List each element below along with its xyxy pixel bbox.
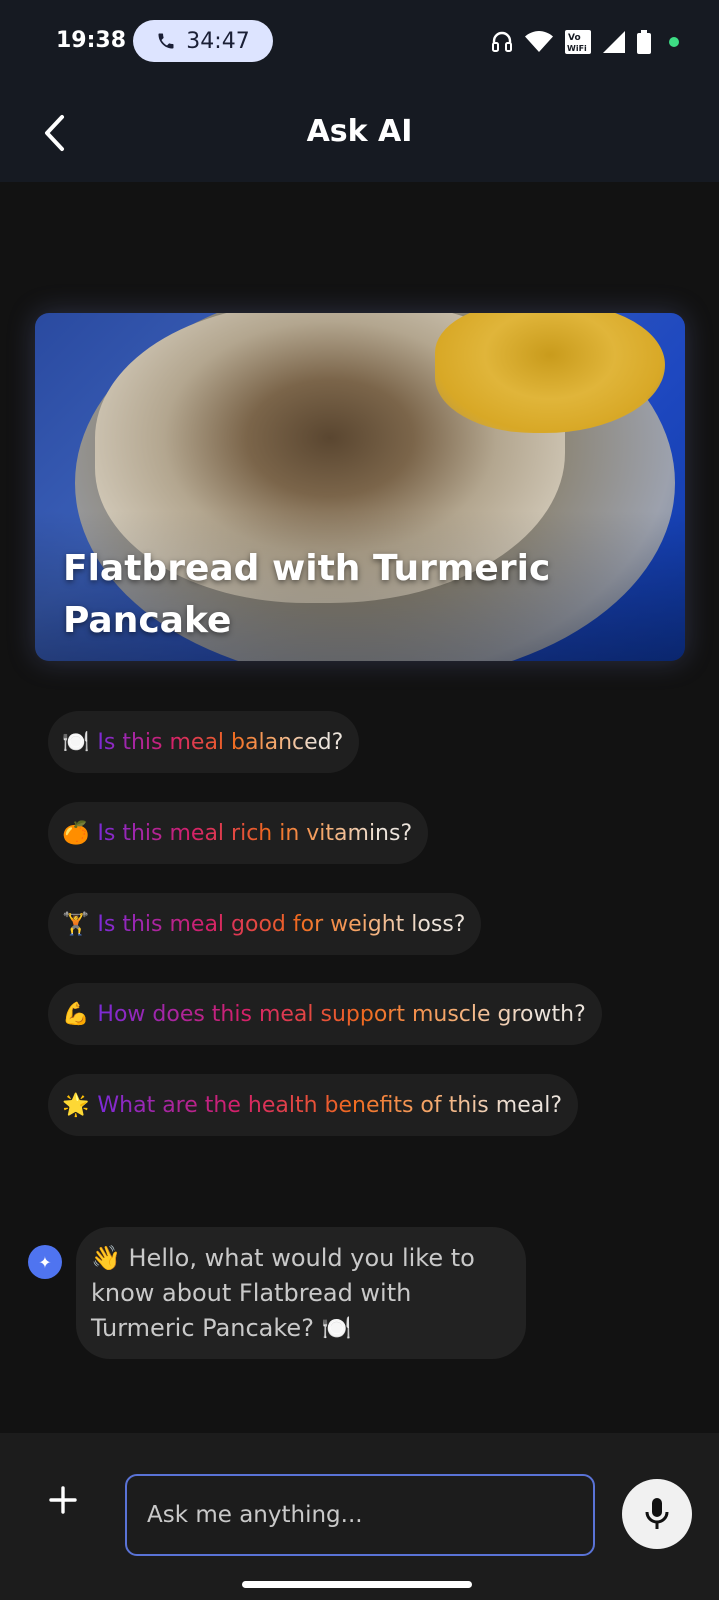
svg-text:Vo: Vo xyxy=(568,33,581,43)
suggestion-text: Is this meal good for weight loss? xyxy=(97,911,466,937)
wifi-icon xyxy=(525,31,553,52)
add-attachment-button[interactable] xyxy=(40,1477,86,1523)
suggestion-chip-weight-loss[interactable]: 🏋️ Is this meal good for weight loss? xyxy=(48,893,482,955)
sparkle-icon: ✦ xyxy=(28,1245,62,1279)
suggestion-chip-muscle[interactable]: 💪 How does this meal support muscle grow… xyxy=(48,983,602,1045)
vowifi-icon: VoWiFi xyxy=(565,30,591,54)
orange-icon: 🍊 xyxy=(62,820,90,846)
status-bar: 19:38 34:47 Vo WiFi xyxy=(0,0,719,86)
svg-text:WiFi: WiFi xyxy=(567,44,587,53)
suggestion-chip-health-benefits[interactable]: 🌟 What are the health benefits of this m… xyxy=(48,1074,578,1136)
suggestion-text: Is this meal balanced? xyxy=(97,729,344,755)
ai-message-bubble: 👋 Hello, what would you like to know abo… xyxy=(76,1227,526,1359)
suggestion-text: Is this meal rich in vitamins? xyxy=(97,820,413,846)
weightlifter-icon: 🏋️ xyxy=(62,911,90,937)
headset-icon xyxy=(492,31,512,52)
message-composer: Ask me anything... xyxy=(0,1433,719,1600)
microphone-button[interactable] xyxy=(622,1479,692,1549)
signal-icon xyxy=(603,31,625,53)
suggestion-chip-balanced[interactable]: 🍽️ Is this meal balanced? xyxy=(48,711,360,773)
status-icons: Vo WiFi xyxy=(491,26,679,58)
app-header: Ask AI xyxy=(0,86,719,182)
star-icon: 🌟 xyxy=(62,1092,90,1118)
battery-icon xyxy=(637,30,651,54)
message-input[interactable]: Ask me anything... xyxy=(125,1474,595,1556)
plate-icon: 🍽️ xyxy=(62,729,90,755)
home-indicator[interactable] xyxy=(242,1581,472,1588)
ongoing-call-pill[interactable]: 34:47 xyxy=(133,20,273,62)
meal-title: Flatbread with Turmeric Pancake xyxy=(63,548,551,641)
status-time: 19:38 xyxy=(56,28,127,53)
suggestion-text: How does this meal support muscle growth… xyxy=(97,1001,586,1027)
flexed-bicep-icon: 💪 xyxy=(62,1001,90,1027)
call-timer: 34:47 xyxy=(186,28,250,54)
suggestion-text: What are the health benefits of this mea… xyxy=(97,1092,562,1118)
page-title: Ask AI xyxy=(306,114,413,149)
suggestion-chip-vitamins[interactable]: 🍊 Is this meal rich in vitamins? xyxy=(48,802,429,864)
phone-icon xyxy=(158,33,174,49)
plus-icon xyxy=(49,1486,77,1514)
meal-image-card: Flatbread with Turmeric Pancake xyxy=(35,313,685,661)
privacy-indicator-dot xyxy=(669,37,679,47)
microphone-icon xyxy=(645,1498,669,1529)
